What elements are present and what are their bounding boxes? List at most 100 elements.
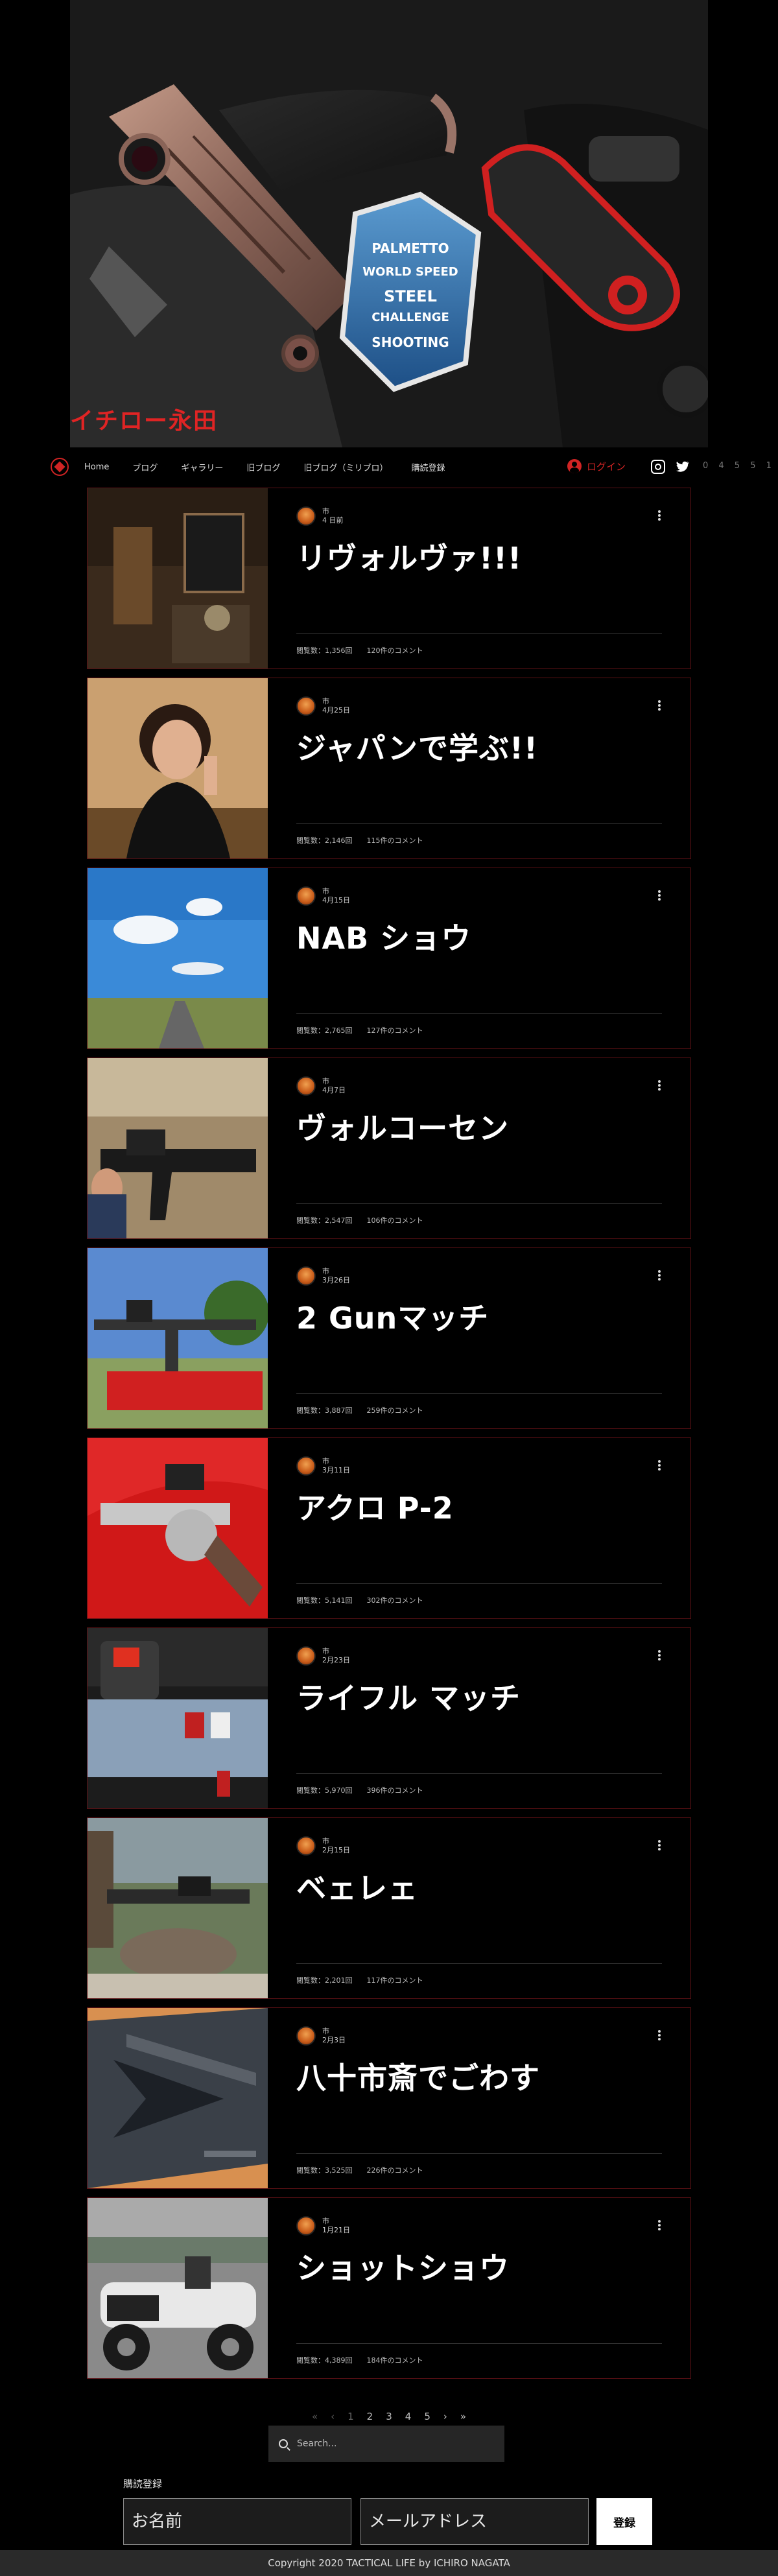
author-name: 市 — [322, 1077, 329, 1085]
post-thumbnail[interactable] — [88, 868, 268, 1048]
post-thumbnail[interactable] — [88, 1628, 268, 1808]
page-5[interactable]: 5 — [424, 2411, 430, 2422]
post-body: 市 3月26日 2 Gunマッチ 閲覧数：3,887回 259件のコメント — [268, 1248, 690, 1428]
nav-overflow-text: 0 4 5 5 1 2 4 — [703, 461, 778, 471]
author-name: 市 — [322, 1647, 329, 1655]
post-title[interactable]: 2 Gunマッチ — [296, 1295, 489, 1338]
comment-count[interactable]: 115件のコメント — [367, 836, 423, 845]
comment-count[interactable]: 117件のコメント — [367, 1976, 423, 1985]
post-card[interactable]: 市 3月26日 2 Gunマッチ 閲覧数：3,887回 259件のコメント — [87, 1247, 691, 1429]
comment-count[interactable]: 226件のコメント — [367, 2166, 423, 2175]
page-2[interactable]: 2 — [367, 2411, 373, 2422]
avatar — [296, 506, 316, 526]
subscribe-label: 購読登録 — [123, 2478, 163, 2490]
page-1[interactable]: 1 — [348, 2411, 354, 2422]
avatar — [296, 696, 316, 716]
post-stats: 閲覧数：4,389回 184件のコメント — [296, 2355, 438, 2365]
post-thumbnail[interactable] — [88, 1818, 268, 1998]
post-title[interactable]: ライフル マッチ — [296, 1675, 521, 1718]
comment-count[interactable]: 302件のコメント — [367, 1596, 423, 1605]
login-button[interactable]: ログイン — [567, 459, 626, 473]
post-title[interactable]: 八十市斎でごわす — [296, 2055, 540, 2097]
post-thumbnail[interactable] — [88, 2008, 268, 2188]
first-page-button[interactable]: « — [312, 2411, 318, 2422]
view-count: 閲覧数：5,141回 — [296, 1596, 353, 1605]
post-author[interactable]: 市 4月7日 — [296, 1076, 346, 1096]
post-card[interactable]: 市 4月25日 ジャパンで学ぶ!! 閲覧数：2,146回 115件のコメント — [87, 678, 691, 859]
more-options-icon[interactable] — [658, 510, 661, 521]
more-options-icon[interactable] — [658, 1650, 661, 1660]
post-author[interactable]: 市 4月15日 — [296, 886, 350, 906]
pagination: « ‹ 1 2 3 4 5 › » — [0, 2407, 778, 2426]
view-count: 閲覧数：1,356回 — [296, 646, 353, 655]
post-card[interactable]: 市 2月3日八十市斎でごわす閲覧数：3,525回 226件のコメント — [87, 2007, 691, 2189]
more-options-icon[interactable] — [658, 1460, 661, 1471]
post-card[interactable]: 市 4月7日 ヴォルコーセン 閲覧数：2,547回 106件のコメント — [87, 1058, 691, 1239]
post-author[interactable]: 市4 日前 — [296, 506, 344, 526]
post-thumbnail[interactable] — [88, 1058, 268, 1238]
search-icon — [279, 2439, 288, 2448]
name-field[interactable] — [123, 2498, 351, 2545]
comment-count[interactable]: 127件のコメント — [367, 1026, 423, 1035]
post-stats: 閲覧数：3,525回 226件のコメント — [296, 2165, 438, 2175]
email-field[interactable] — [360, 2498, 589, 2545]
next-page-button[interactable]: › — [443, 2411, 447, 2422]
post-author[interactable]: 市 2月15日 — [296, 1836, 350, 1856]
nav-subscribe[interactable]: 購読登録 — [411, 461, 445, 473]
more-options-icon[interactable] — [658, 1840, 661, 1850]
post-date: 4月7日 — [322, 1086, 346, 1094]
nav-gallery[interactable]: ギャラリー — [181, 461, 223, 473]
nav-blog[interactable]: ブログ — [132, 461, 158, 473]
comment-count[interactable]: 259件のコメント — [367, 1406, 423, 1415]
post-thumbnail[interactable] — [88, 678, 268, 858]
logo-icon[interactable] — [51, 458, 69, 476]
patch-text-5: SHOOTING — [371, 335, 449, 350]
post-author[interactable]: 市 1月21日 — [296, 2216, 350, 2236]
post-title[interactable]: NAB ショウ — [296, 915, 471, 958]
comment-count[interactable]: 396件のコメント — [367, 1786, 423, 1795]
comment-count[interactable]: 106件のコメント — [367, 1216, 423, 1225]
last-page-button[interactable]: » — [460, 2411, 466, 2422]
post-thumbnail[interactable] — [88, 1248, 268, 1428]
post-title[interactable]: ヴォルコーセン — [296, 1105, 509, 1148]
post-card[interactable]: 市 2月23日 ライフル マッチ 閲覧数：5,970回 396件のコメント — [87, 1627, 691, 1809]
more-options-icon[interactable] — [658, 700, 661, 711]
post-title[interactable]: アクロ P-2 — [296, 1485, 454, 1528]
more-options-icon[interactable] — [658, 1080, 661, 1091]
post-author[interactable]: 市 2月23日 — [296, 1646, 350, 1666]
post-author[interactable]: 市 2月3日 — [296, 2026, 346, 2046]
nav-old-blog-miliblo[interactable]: 旧ブログ（ミリブロ） — [303, 461, 388, 473]
post-card[interactable]: 市4 日前リヴォルヴァ!!! 閲覧数：1,356回 120件のコメント — [87, 488, 691, 669]
subscribe-button[interactable]: 登録 — [596, 2498, 652, 2545]
more-options-icon[interactable] — [658, 2030, 661, 2040]
post-title[interactable]: ジャパンで学ぶ!! — [296, 725, 538, 768]
post-card[interactable]: 市 3月11日アクロ P-2 閲覧数：5,141回 302件のコメント — [87, 1437, 691, 1619]
more-options-icon[interactable] — [658, 1270, 661, 1281]
post-title[interactable]: ショットショウ — [296, 2245, 510, 2287]
post-thumbnail[interactable] — [88, 2198, 268, 2378]
instagram-icon[interactable] — [651, 460, 665, 474]
post-author[interactable]: 市 3月26日 — [296, 1266, 350, 1286]
divider — [296, 1773, 662, 1774]
page-4[interactable]: 4 — [405, 2411, 412, 2422]
post-thumbnail[interactable] — [88, 1438, 268, 1618]
more-options-icon[interactable] — [658, 890, 661, 901]
nav-old-blog[interactable]: 旧ブログ — [246, 461, 280, 473]
page-3[interactable]: 3 — [386, 2411, 392, 2422]
search-input[interactable] — [297, 2439, 478, 2449]
comment-count[interactable]: 184件のコメント — [367, 2356, 423, 2365]
twitter-icon[interactable] — [674, 459, 690, 475]
post-author[interactable]: 市 4月25日 — [296, 696, 350, 716]
post-thumbnail[interactable] — [88, 488, 268, 668]
post-card[interactable]: 市 2月15日 ベェレェ 閲覧数：2,201回 117件のコメント — [87, 1817, 691, 1999]
more-options-icon[interactable] — [658, 2220, 661, 2230]
post-title[interactable]: リヴォルヴァ!!! — [296, 535, 522, 578]
post-card[interactable]: 市 1月21日ショットショウ閲覧数：4,389回 184件のコメント — [87, 2197, 691, 2379]
post-author[interactable]: 市 3月11日 — [296, 1456, 350, 1476]
nav-home[interactable]: Home — [84, 462, 109, 472]
post-title[interactable]: ベェレェ — [296, 1865, 418, 1908]
divider — [296, 2153, 662, 2154]
post-card[interactable]: 市 4月15日 NAB ショウ 閲覧数：2,765回 127件のコメント — [87, 868, 691, 1049]
prev-page-button[interactable]: ‹ — [331, 2411, 335, 2422]
comment-count[interactable]: 120件のコメント — [367, 646, 423, 655]
